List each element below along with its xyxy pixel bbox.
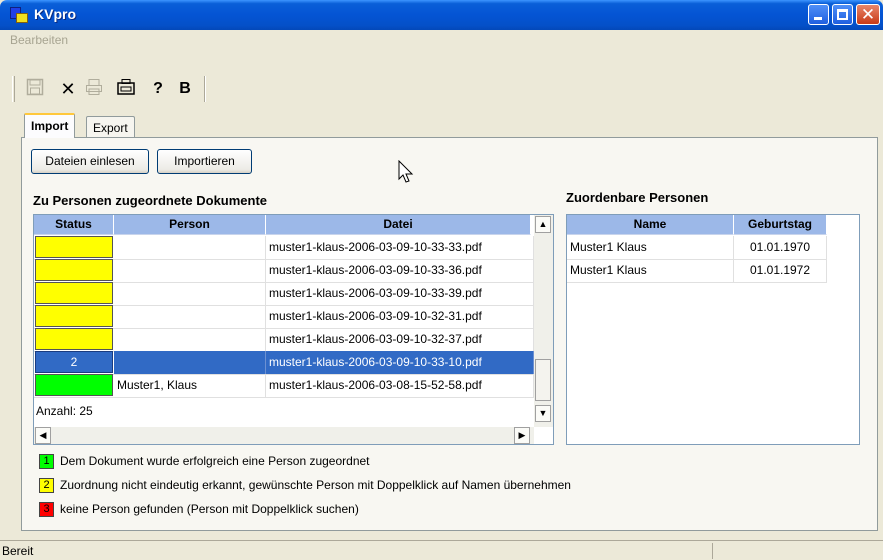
status-pane	[712, 543, 862, 559]
tab-export[interactable]: Export	[86, 116, 135, 138]
tab-import[interactable]: Import	[24, 113, 76, 138]
toolbar-grip[interactable]	[12, 76, 15, 102]
file-cell[interactable]: muster1-klaus-2006-03-08-15-52-58.pdf	[266, 374, 534, 397]
persons-grid[interactable]: Name Geburtstag Muster1 Klaus 01.01.1970 M…	[566, 214, 860, 445]
maximize-button[interactable]	[832, 4, 853, 25]
close-icon: ✕	[860, 5, 876, 24]
persons-section-title: Zuordenbare Personen	[566, 190, 709, 205]
status-cell[interactable]	[35, 259, 113, 281]
title-bar[interactable]: KVpro ✕	[0, 0, 883, 30]
table-row[interactable]: muster1-klaus-2006-03-09-10-32-31.pdf	[34, 305, 534, 329]
status-cell[interactable]	[35, 236, 113, 258]
mouse-cursor-icon	[398, 159, 414, 184]
status-cell[interactable]	[35, 328, 113, 350]
minimize-icon	[814, 17, 822, 20]
scroll-thumb[interactable]	[535, 359, 551, 401]
legend-color-box: 1	[39, 454, 54, 469]
menu-bar: Bearbeiten	[4, 30, 879, 50]
app-icon	[10, 7, 28, 23]
status-cell[interactable]	[35, 282, 113, 304]
table-row[interactable]: muster1-klaus-2006-03-09-10-33-36.pdf	[34, 259, 534, 283]
person-cell[interactable]	[114, 305, 266, 328]
scroll-left-icon[interactable]: ◀	[35, 427, 51, 444]
person-cell[interactable]	[114, 328, 266, 351]
table-row[interactable]: muster1-klaus-2006-03-09-10-32-37.pdf	[34, 328, 534, 352]
list-item[interactable]: Muster1 Klaus 01.01.1972	[567, 259, 827, 283]
scroll-down-icon[interactable]: ▼	[535, 405, 551, 422]
table-row[interactable]: 2 muster1-klaus-2006-03-09-10-33-10.pdf	[34, 351, 534, 375]
person-cell[interactable]: Muster1, Klaus	[114, 374, 266, 397]
scanner-icon[interactable]	[115, 78, 137, 100]
documents-grid[interactable]: Status Person Datei muster1-klaus-2006-0…	[33, 214, 554, 445]
list-item[interactable]: Muster1 Klaus 01.01.1970	[567, 236, 827, 260]
file-cell[interactable]: muster1-klaus-2006-03-09-10-32-37.pdf	[266, 328, 534, 351]
table-row[interactable]: Muster1, Klaus muster1-klaus-2006-03-08-1…	[34, 374, 534, 398]
import-button[interactable]: Importieren	[157, 149, 252, 174]
table-row[interactable]: muster1-klaus-2006-03-09-10-33-33.pdf	[34, 236, 534, 260]
column-header-person[interactable]: Person	[114, 215, 266, 235]
save-icon[interactable]	[24, 78, 46, 100]
delete-icon[interactable]: ✕	[57, 78, 79, 100]
read-files-button[interactable]: Dateien einlesen	[31, 149, 149, 174]
maximize-icon	[837, 9, 848, 20]
file-cell[interactable]: muster1-klaus-2006-03-09-10-33-10.pdf	[266, 351, 534, 374]
file-cell[interactable]: muster1-klaus-2006-03-09-10-32-31.pdf	[266, 305, 534, 328]
column-header-name[interactable]: Name	[567, 215, 734, 235]
documents-section-title: Zu Personen zugeordnete Dokumente	[33, 193, 268, 208]
table-row[interactable]: muster1-klaus-2006-03-09-10-33-39.pdf	[34, 282, 534, 306]
help-icon[interactable]: ?	[147, 78, 169, 100]
person-birthday[interactable]: 01.01.1970	[734, 236, 827, 259]
toolbar-separator	[204, 76, 206, 102]
status-bar: Bereit	[0, 540, 883, 560]
legend-text: Dem Dokument wurde erfolgreich eine Pers…	[60, 454, 370, 468]
legend-text: keine Person gefunden (Person mit Doppel…	[60, 502, 359, 516]
person-birthday[interactable]: 01.01.1972	[734, 259, 827, 282]
person-cell[interactable]	[114, 236, 266, 259]
status-text: Bereit	[2, 544, 34, 558]
count-label: Anzahl: 25	[36, 404, 93, 418]
person-name[interactable]: Muster1 Klaus	[567, 259, 734, 282]
horizontal-scrollbar[interactable]: ◀ ▶	[34, 427, 534, 444]
column-header-status[interactable]: Status	[34, 215, 114, 235]
file-cell[interactable]: muster1-klaus-2006-03-09-10-33-39.pdf	[266, 282, 534, 305]
window-title: KVpro	[34, 6, 76, 22]
status-cell[interactable]: 2	[35, 351, 113, 373]
person-cell[interactable]	[114, 282, 266, 305]
status-cell[interactable]	[35, 305, 113, 327]
print-icon[interactable]	[83, 78, 105, 100]
person-cell[interactable]	[114, 351, 266, 374]
toolbar: ✕ ? B	[4, 74, 879, 104]
status-cell[interactable]	[35, 374, 113, 396]
legend-text: Zuordnung nicht eindeutig erkannt, gewün…	[60, 478, 571, 492]
person-cell[interactable]	[114, 259, 266, 282]
scroll-up-icon[interactable]: ▲	[535, 216, 551, 233]
legend-color-box: 2	[39, 478, 54, 493]
vertical-scrollbar[interactable]: ▲ ▼	[534, 215, 553, 427]
scroll-right-icon[interactable]: ▶	[514, 427, 530, 444]
close-button[interactable]: ✕	[856, 4, 880, 25]
column-header-file[interactable]: Datei	[266, 215, 531, 235]
minimize-button[interactable]	[808, 4, 829, 25]
file-cell[interactable]: muster1-klaus-2006-03-09-10-33-33.pdf	[266, 236, 534, 259]
legend-color-box: 3	[39, 502, 54, 517]
column-header-birthday[interactable]: Geburtstag	[734, 215, 827, 235]
person-name[interactable]: Muster1 Klaus	[567, 236, 734, 259]
file-cell[interactable]: muster1-klaus-2006-03-09-10-33-36.pdf	[266, 259, 534, 282]
menu-bearbeiten[interactable]: Bearbeiten	[10, 33, 68, 47]
bold-b-icon[interactable]: B	[174, 78, 196, 100]
